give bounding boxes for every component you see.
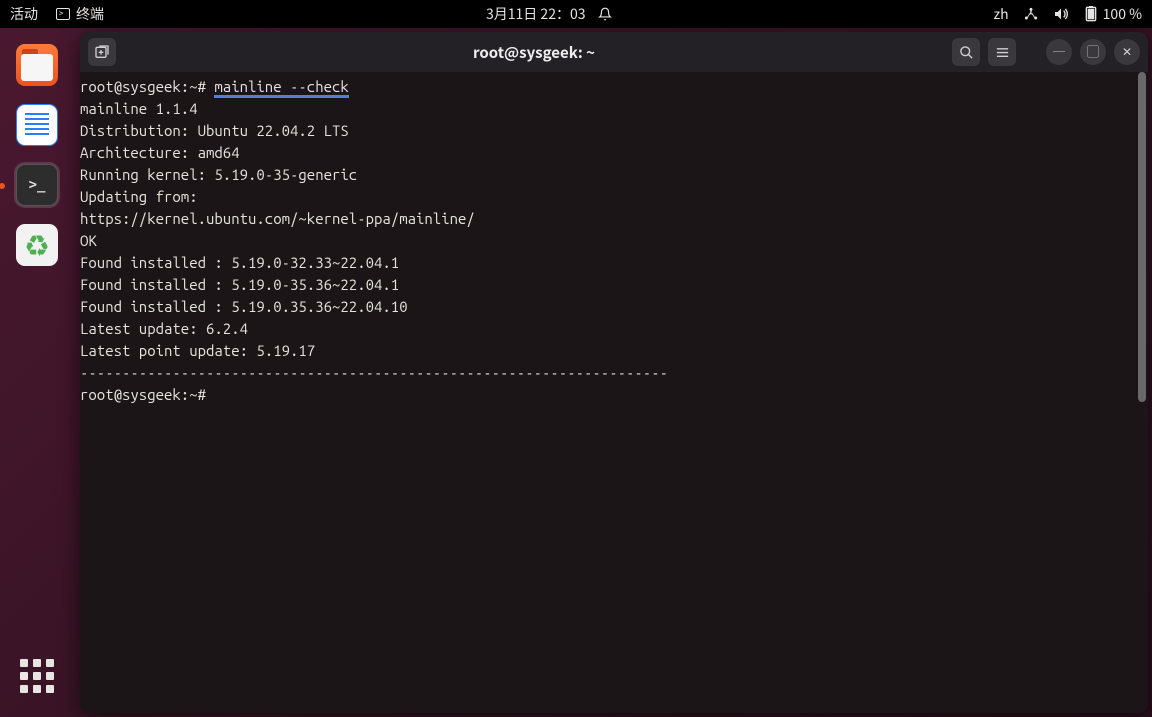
hamburger-icon [995, 45, 1010, 60]
network-icon[interactable] [1023, 6, 1039, 22]
clock[interactable]: 3月11日 22：03 [486, 4, 586, 24]
topbar-center: 3月11日 22：03 [104, 4, 994, 24]
search-icon [959, 45, 974, 60]
new-tab-button[interactable] [88, 38, 116, 66]
battery-percent: 100 % [1103, 4, 1142, 24]
dock-item-files[interactable] [16, 44, 58, 86]
terminal-body[interactable]: root@sysgeek:~# mainline --check mainlin… [80, 72, 1148, 713]
terminal-content: root@sysgeek:~# mainline --check mainlin… [80, 78, 668, 403]
volume-icon[interactable] [1053, 6, 1069, 22]
focused-app-indicator[interactable]: 终端 [56, 4, 104, 24]
gnome-top-bar: 活动 终端 3月11日 22：03 zh 100 % [0, 0, 1152, 28]
terminal-window: root@sysgeek: ~ ─ ▢ ✕ root@sysgeek:~# ma… [80, 32, 1148, 713]
window-titlebar: root@sysgeek: ~ ─ ▢ ✕ [80, 32, 1148, 72]
terminal-icon [56, 8, 70, 20]
battery-indicator[interactable]: 100 % [1083, 4, 1142, 24]
focused-app-name: 终端 [76, 4, 104, 24]
dock-item-trash[interactable]: ♻ [16, 224, 58, 266]
topbar-left: 活动 终端 [10, 4, 104, 24]
running-indicator-dot [0, 183, 5, 189]
topbar-right: zh 100 % [994, 4, 1143, 24]
minimize-button[interactable]: ─ [1046, 39, 1072, 65]
minimize-icon: ─ [1053, 46, 1065, 58]
input-source-indicator[interactable]: zh [994, 4, 1009, 24]
close-button[interactable]: ✕ [1114, 39, 1140, 65]
scroll-thumb[interactable] [1138, 72, 1146, 402]
search-button[interactable] [952, 38, 980, 66]
recycle-icon: ♻ [26, 229, 48, 261]
dock-item-libreoffice-writer[interactable] [16, 104, 58, 146]
hamburger-menu-button[interactable] [988, 38, 1016, 66]
terminal-scrollbar[interactable] [1138, 72, 1146, 713]
window-controls: ─ ▢ ✕ [1046, 39, 1140, 65]
maximize-icon: ▢ [1087, 46, 1099, 58]
battery-icon [1083, 6, 1099, 22]
notifications-icon[interactable] [598, 7, 612, 21]
show-applications-button[interactable] [20, 659, 54, 693]
dock-item-terminal[interactable] [16, 164, 58, 206]
gnome-dock: ♻ [0, 28, 74, 717]
activities-button[interactable]: 活动 [10, 4, 38, 24]
window-title: root@sysgeek: ~ [124, 42, 944, 63]
new-tab-icon [94, 44, 110, 60]
close-icon: ✕ [1122, 46, 1132, 58]
maximize-button[interactable]: ▢ [1080, 39, 1106, 65]
